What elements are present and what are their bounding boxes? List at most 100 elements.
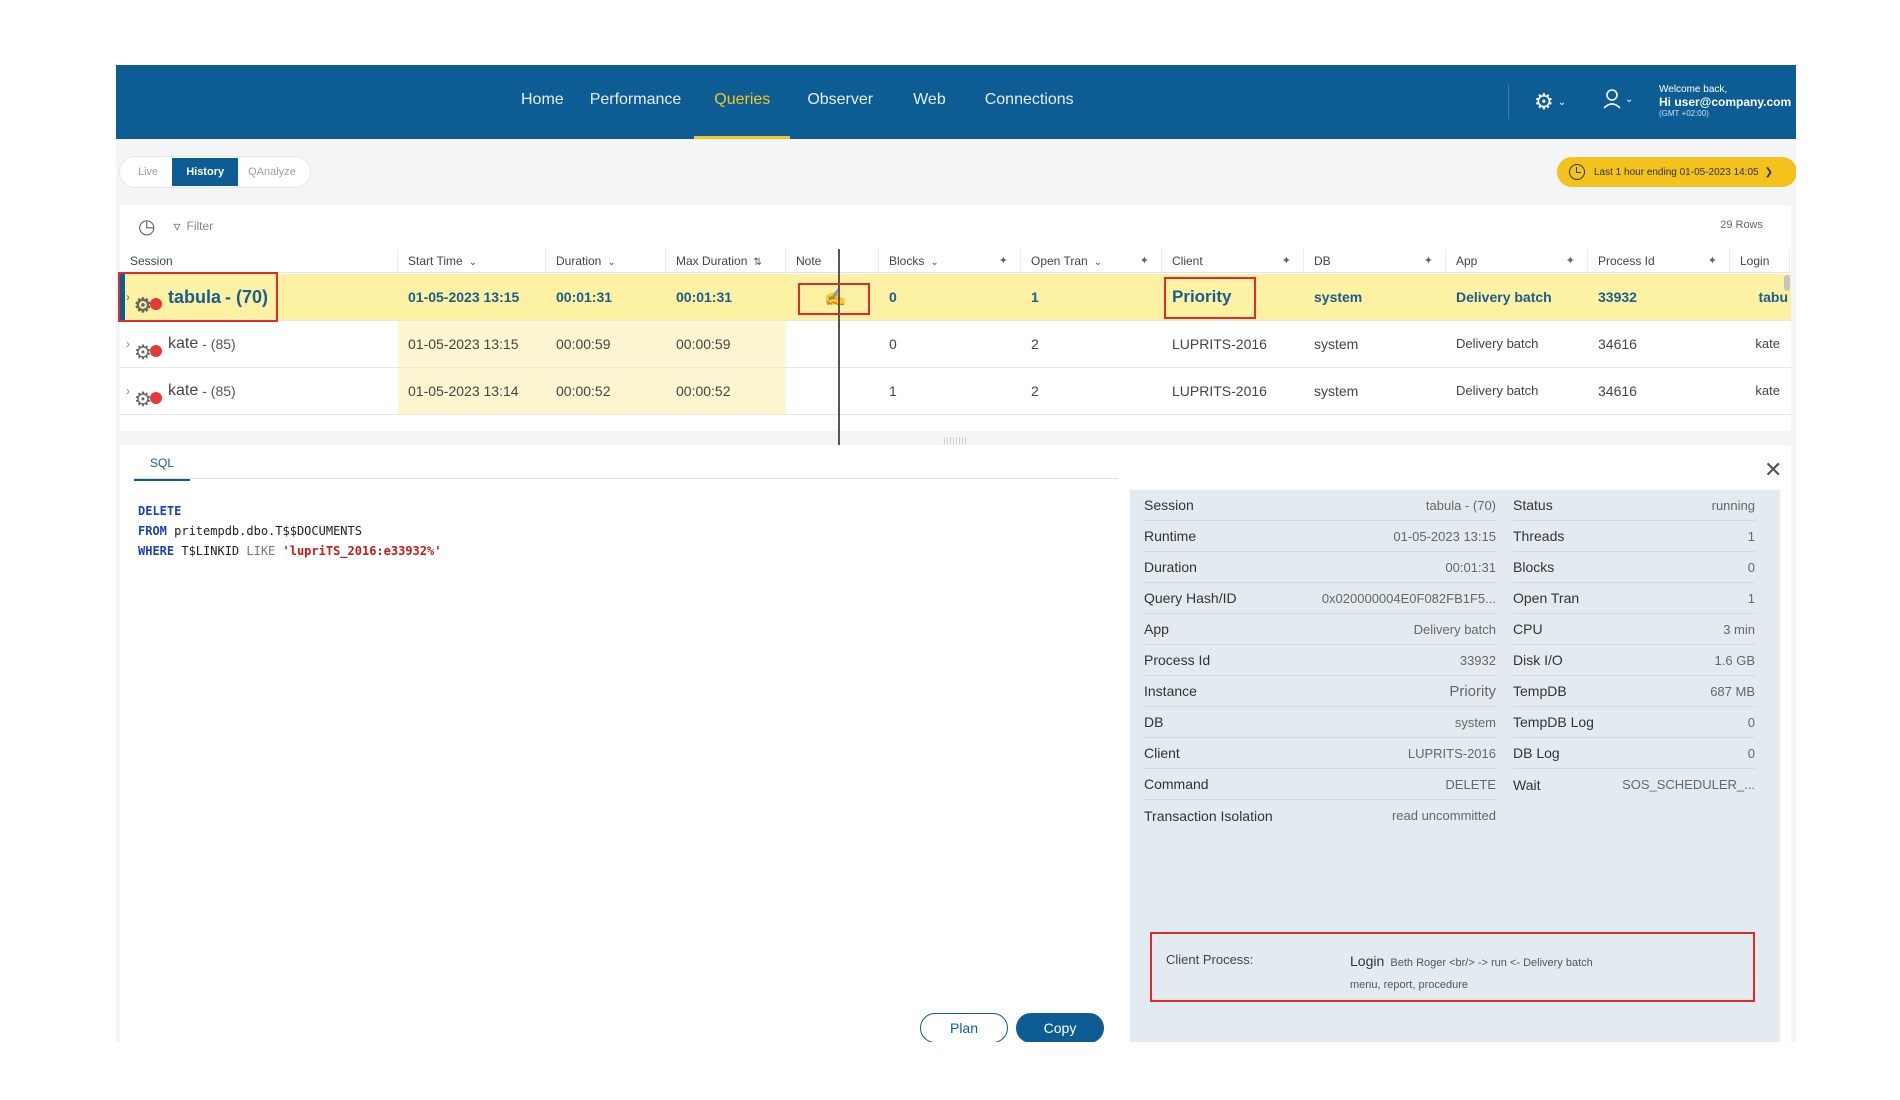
col-app[interactable]: App ✦ bbox=[1446, 249, 1588, 272]
user-menu[interactable]: ⌄ bbox=[1603, 89, 1633, 109]
duration-cell: 00:00:59 bbox=[546, 321, 666, 367]
col-max-duration[interactable]: Max Duration ⇅ bbox=[666, 249, 786, 272]
table-row[interactable]: › ⚙ tabula - (70) 01-05-2023 13:15 00:01… bbox=[120, 274, 1791, 321]
close-icon[interactable]: ✕ bbox=[1764, 457, 1782, 483]
gear-icon: ⚙ bbox=[1534, 89, 1554, 114]
nav-performance[interactable]: Performance bbox=[577, 65, 695, 139]
app-cell: Delivery batch bbox=[1456, 383, 1539, 398]
nav-observer[interactable]: Observer bbox=[790, 65, 899, 139]
history-icon[interactable]: ◷ bbox=[138, 214, 155, 239]
chevron-down-icon: ⌄ bbox=[1093, 257, 1103, 268]
detail-row: Session tabula - (70) bbox=[1144, 490, 1496, 521]
chevron-down-icon: ⌄ bbox=[468, 257, 478, 268]
col-db[interactable]: DB ✦ bbox=[1304, 249, 1446, 272]
detail-row: Open Tran 1 bbox=[1513, 583, 1755, 614]
pin-icon[interactable]: ✦ bbox=[1140, 249, 1149, 272]
expand-icon[interactable]: › bbox=[126, 274, 130, 320]
session-name: kate bbox=[168, 382, 199, 399]
blocks-cell: 0 bbox=[889, 336, 897, 352]
chevron-down-icon: ⌄ bbox=[930, 257, 939, 268]
col-process-id[interactable]: Process Id ✦ bbox=[1588, 249, 1730, 272]
detail-row: Client LUPRITS-2016 bbox=[1144, 738, 1496, 769]
start-time-cell: 01-05-2023 13:14 bbox=[398, 368, 546, 414]
welcome-user: Hi user@company.com bbox=[1659, 95, 1792, 109]
expand-icon[interactable]: › bbox=[126, 368, 130, 414]
tab-history[interactable]: History bbox=[172, 158, 239, 186]
app-cell: Delivery batch bbox=[1456, 289, 1552, 305]
table-row[interactable]: › ⚙ kate - (85) 01-05-2023 13:14 00:00:5… bbox=[120, 368, 1791, 415]
col-session[interactable]: Session bbox=[120, 249, 398, 272]
nav-separator bbox=[1508, 85, 1509, 119]
nav-web[interactable]: Web bbox=[899, 65, 972, 139]
note-cell[interactable] bbox=[786, 368, 879, 414]
col-client[interactable]: Client ✦ bbox=[1162, 249, 1304, 272]
pin-icon[interactable]: ✦ bbox=[1282, 249, 1291, 272]
col-note[interactable]: Note bbox=[786, 249, 879, 272]
session-id: - (85) bbox=[202, 336, 236, 352]
db-cell: system bbox=[1314, 289, 1363, 305]
vertical-scrollbar[interactable] bbox=[1784, 275, 1790, 291]
detail-row: DB Log 0 bbox=[1513, 738, 1755, 769]
pin-icon[interactable]: ✦ bbox=[1708, 249, 1717, 272]
rows-count: 29 Rows bbox=[1720, 219, 1763, 231]
detail-row: DB system bbox=[1144, 707, 1496, 738]
client-process-box: Client Process: Login Beth Roger <br/> -… bbox=[1150, 932, 1755, 1002]
lock-icon bbox=[150, 345, 162, 357]
nav-connections[interactable]: Connections bbox=[972, 65, 1087, 139]
client-cell: Priority bbox=[1172, 287, 1232, 306]
col-login[interactable]: Login bbox=[1730, 249, 1790, 272]
note-cell[interactable]: ✍ bbox=[786, 274, 879, 320]
tab-live[interactable]: Live bbox=[124, 158, 172, 186]
detail-row: TempDB 687 MB bbox=[1513, 676, 1755, 707]
note-cell[interactable] bbox=[786, 321, 879, 367]
copy-button[interactable]: Copy bbox=[1016, 1013, 1104, 1042]
user-icon bbox=[1603, 89, 1621, 109]
mode-tabs: Live History QAnalyze bbox=[120, 157, 310, 187]
table-row[interactable]: › ⚙ kate - (85) 01-05-2023 13:15 00:00:5… bbox=[120, 321, 1791, 368]
detail-row: Status running bbox=[1513, 490, 1755, 521]
welcome-timezone: (GMT +02:00) bbox=[1659, 109, 1709, 118]
detail-row: Query Hash/ID 0x020000004E0F082FB1F5... bbox=[1144, 583, 1496, 614]
detail-row: Disk I/O 1.6 GB bbox=[1513, 645, 1755, 676]
note-icon[interactable]: ✍ bbox=[824, 287, 846, 307]
plan-button[interactable]: Plan bbox=[920, 1013, 1008, 1042]
detail-row: Command DELETE bbox=[1144, 769, 1496, 800]
tab-sql[interactable]: SQL bbox=[134, 445, 191, 481]
selection-indicator bbox=[120, 274, 125, 320]
detail-row: Process Id 33932 bbox=[1144, 645, 1496, 676]
filter-label[interactable]: Filter bbox=[186, 219, 213, 233]
session-cell[interactable]: › ⚙ tabula - (70) bbox=[120, 274, 398, 320]
session-id: - (85) bbox=[202, 383, 236, 399]
open-tran-cell: 1 bbox=[1031, 289, 1039, 305]
client-cell: LUPRITS-2016 bbox=[1172, 383, 1267, 399]
pin-icon[interactable]: ✦ bbox=[1424, 249, 1433, 272]
col-duration[interactable]: Duration ⌄ bbox=[546, 249, 666, 272]
start-time-cell: 01-05-2023 13:15 bbox=[398, 321, 546, 367]
expand-icon[interactable]: › bbox=[126, 321, 130, 367]
col-open-tran[interactable]: Open Tran ⌄ ✦ bbox=[1021, 249, 1162, 272]
time-range-dropdown[interactable]: Last 1 hour ending 01-05-2023 14:05 ❯ bbox=[1557, 157, 1796, 187]
nav-queries[interactable]: Queries bbox=[694, 65, 791, 139]
grid-body: › ⚙ tabula - (70) 01-05-2023 13:15 00:01… bbox=[120, 274, 1791, 415]
details-right-column: Status running Threads 1 Blocks 0 Open Tran… bbox=[1513, 490, 1755, 800]
session-cell[interactable]: › ⚙ kate - (85) bbox=[120, 321, 398, 367]
login-cell: kate bbox=[1755, 383, 1780, 398]
panel-splitter[interactable]: |||||||| bbox=[120, 437, 1791, 445]
duration-cell: 00:01:31 bbox=[556, 289, 613, 305]
detail-row: Duration 00:01:31 bbox=[1144, 552, 1496, 583]
db-cell: system bbox=[1314, 383, 1359, 399]
tab-underline bbox=[134, 478, 1118, 479]
tab-qanalyze[interactable]: QAnalyze bbox=[238, 158, 306, 186]
nav-home[interactable]: Home bbox=[508, 65, 577, 139]
filter-icon[interactable]: ▿ bbox=[173, 218, 180, 235]
pin-icon[interactable]: ✦ bbox=[1566, 249, 1575, 272]
session-cell[interactable]: › ⚙ kate - (85) bbox=[120, 368, 398, 414]
detail-row: App Delivery batch bbox=[1144, 614, 1496, 645]
pin-icon[interactable]: ✦ bbox=[999, 249, 1008, 272]
grid-header: Session Start Time ⌄ Duration ⌄ Max Durati… bbox=[120, 249, 1791, 273]
settings-menu[interactable]: ⚙ ⌄ bbox=[1534, 89, 1566, 115]
blocks-cell: 1 bbox=[889, 383, 897, 399]
detail-row: Blocks 0 bbox=[1513, 552, 1755, 583]
col-blocks[interactable]: Blocks ⌄ ✦ bbox=[879, 249, 1021, 272]
col-start-time[interactable]: Start Time ⌄ bbox=[398, 249, 546, 272]
